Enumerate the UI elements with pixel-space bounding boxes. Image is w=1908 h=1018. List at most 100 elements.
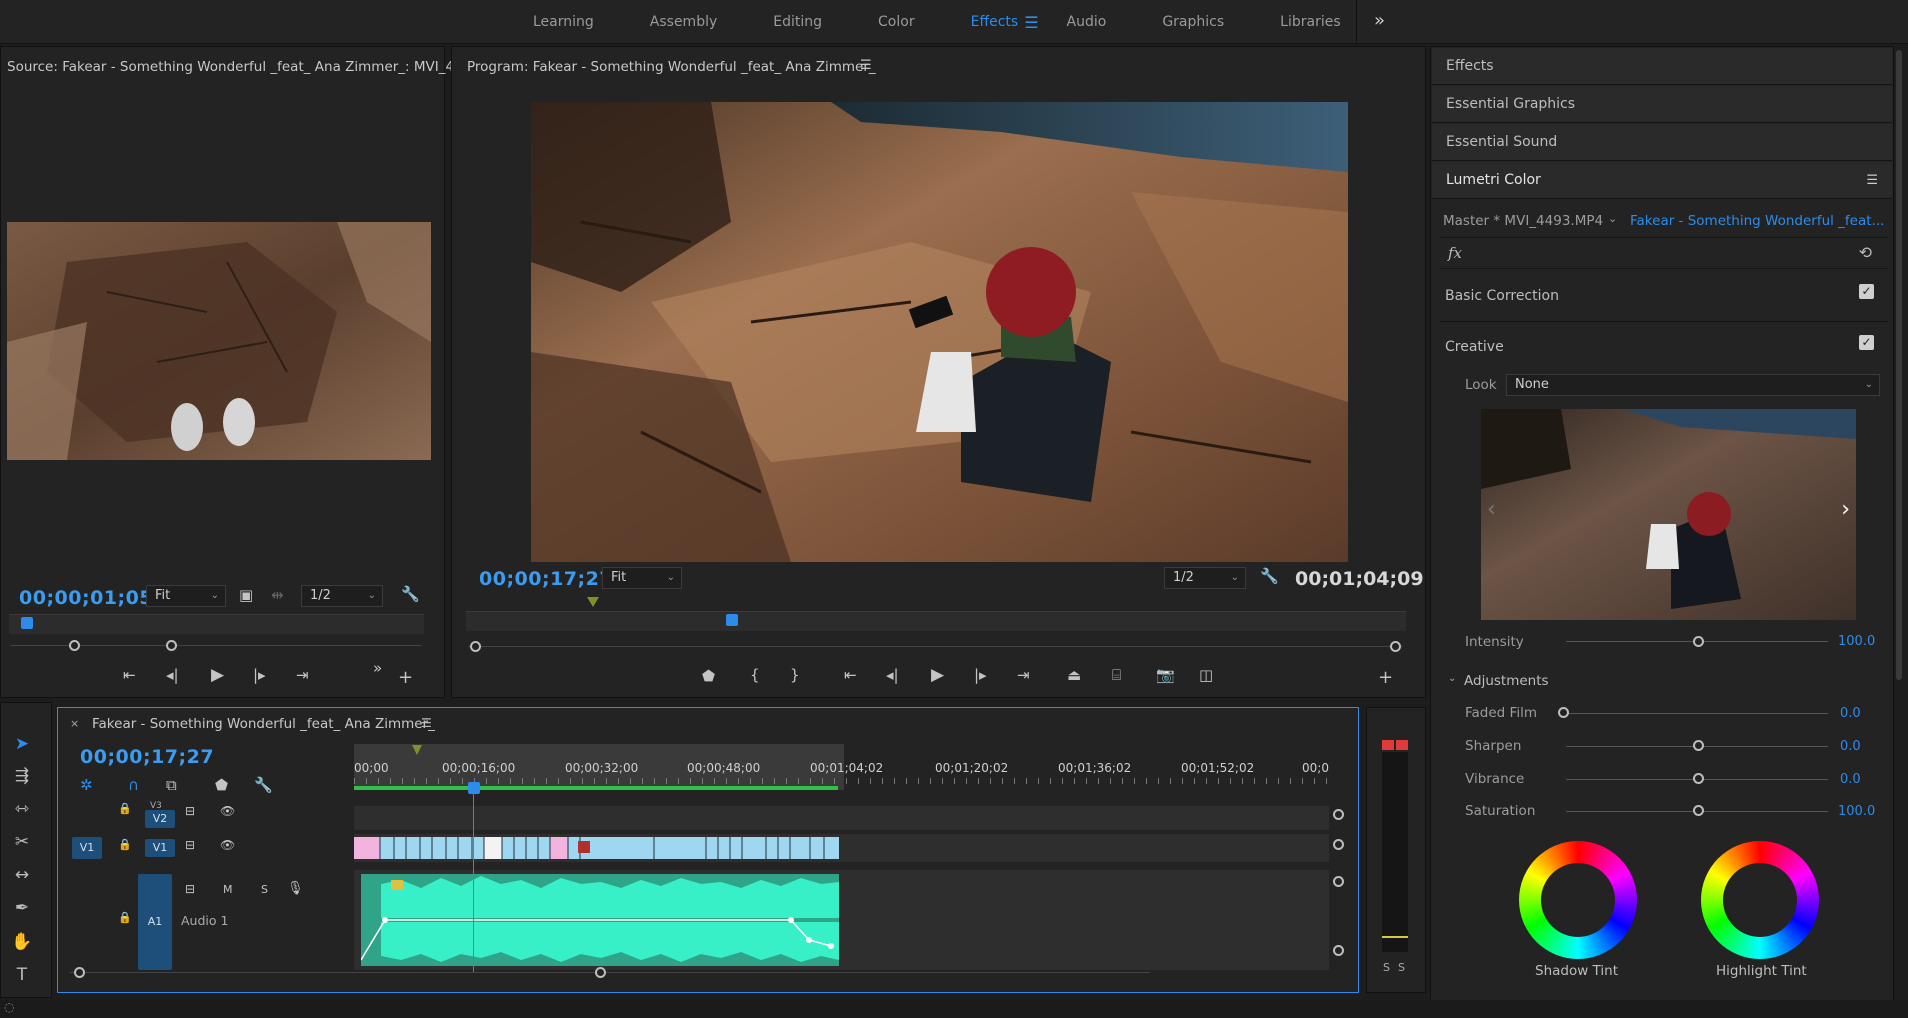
step-forward-icon[interactable]: |▸: [253, 666, 266, 684]
tab-libraries[interactable]: Libraries: [1252, 0, 1368, 44]
tab-color[interactable]: Color: [850, 0, 943, 44]
tab-editing[interactable]: Editing: [745, 0, 850, 44]
linked-selection-icon[interactable]: ⧉: [166, 776, 177, 794]
sync-lock-icon[interactable]: ⊟: [185, 804, 195, 818]
next-look-icon[interactable]: ›: [1841, 497, 1850, 522]
solo-right-button[interactable]: S: [1398, 961, 1405, 974]
track-select-tool-icon[interactable]: ⇶: [9, 763, 35, 789]
step-forward-icon[interactable]: |▸: [974, 666, 987, 684]
track-v1-source[interactable]: V1: [72, 837, 102, 859]
tab-learning[interactable]: Learning: [505, 0, 622, 44]
source-zoom-handle-right[interactable]: [166, 640, 177, 651]
lift-icon[interactable]: ⏏: [1067, 666, 1081, 684]
saturation-value[interactable]: 100.0: [1838, 804, 1875, 819]
track-a-scroll-handle[interactable]: [1333, 945, 1344, 956]
source-fit-dropdown[interactable]: Fit ⌄: [146, 585, 226, 607]
sync-lock-icon[interactable]: ⊟: [185, 882, 195, 896]
faded-film-slider[interactable]: [1566, 713, 1828, 714]
creative-label[interactable]: Creative: [1445, 339, 1504, 355]
sharpen-value[interactable]: 0.0: [1840, 739, 1861, 754]
mark-in-icon[interactable]: {: [750, 666, 760, 684]
solo-left-button[interactable]: S: [1383, 961, 1390, 974]
fx-icon[interactable]: fx: [1448, 244, 1462, 262]
step-back-icon[interactable]: ◂|: [166, 666, 179, 684]
program-timecode[interactable]: 00;00;17;27: [479, 568, 613, 590]
track-a-scroll-handle[interactable]: [1333, 876, 1344, 887]
timeline-timecode[interactable]: 00;00;17;27: [80, 746, 214, 768]
effects-section-essential-sound[interactable]: Essential Sound: [1432, 124, 1892, 161]
eye-icon[interactable]: 👁: [220, 838, 235, 852]
program-playhead[interactable]: [726, 614, 738, 626]
intensity-value[interactable]: 100.0: [1838, 634, 1875, 649]
look-dropdown[interactable]: None ⌄: [1506, 374, 1880, 396]
more-workspaces-icon[interactable]: »: [1374, 10, 1385, 31]
tab-graphics[interactable]: Graphics: [1134, 0, 1252, 44]
chevron-down-icon[interactable]: ⌄: [1448, 673, 1456, 684]
hand-tool-icon[interactable]: ✋: [9, 929, 35, 955]
timeline-settings-icon[interactable]: 🔧: [254, 776, 273, 794]
effects-section-essential-graphics[interactable]: Essential Graphics: [1432, 86, 1892, 123]
nest-icon[interactable]: ✲: [80, 776, 93, 794]
selection-tool-icon[interactable]: ➤: [9, 731, 35, 757]
intensity-knob[interactable]: [1693, 636, 1704, 647]
pen-tool-icon[interactable]: ✒: [9, 895, 35, 921]
track-v-scroll-handle[interactable]: [1333, 809, 1344, 820]
solo-button[interactable]: S: [261, 883, 268, 896]
timeline-zoom-handle-left[interactable]: [74, 967, 85, 978]
effects-panel-scrollbar[interactable]: [1896, 50, 1902, 680]
tab-assembly[interactable]: Assembly: [622, 0, 745, 44]
source-playhead[interactable]: [21, 617, 33, 629]
timeline-zoom-handle-right[interactable]: [595, 967, 606, 978]
lumetri-menu-icon[interactable]: ☰: [1866, 162, 1878, 199]
track-v-scroll-handle[interactable]: [1333, 839, 1344, 850]
chevron-down-icon[interactable]: ⌄: [1608, 212, 1617, 225]
timeline-horizontal-scrollbar[interactable]: [70, 972, 1150, 973]
reset-icon[interactable]: ⟲: [1859, 243, 1872, 262]
marker-icon[interactable]: [587, 597, 599, 607]
master-clip-label[interactable]: Master * MVI_4493.MP4: [1443, 213, 1603, 229]
sharpen-knob[interactable]: [1693, 740, 1704, 751]
program-zoom-bar[interactable]: [468, 646, 1403, 647]
comparison-view-icon[interactable]: ◫: [1199, 666, 1213, 684]
program-resolution-dropdown[interactable]: 1/2 ⌄: [1164, 567, 1246, 589]
add-button-icon[interactable]: +: [1378, 667, 1393, 688]
source-time-ruler[interactable]: [9, 614, 424, 634]
lock-icon[interactable]: 🔒: [118, 802, 132, 815]
effects-section-effects[interactable]: Effects: [1432, 48, 1892, 85]
export-frame-icon[interactable]: ▣: [239, 586, 253, 604]
effects-section-lumetri-color[interactable]: Lumetri Color ☰: [1432, 162, 1892, 199]
timeline-playhead-head[interactable]: [468, 782, 480, 794]
prev-look-icon[interactable]: ‹: [1487, 497, 1496, 522]
eye-icon[interactable]: 👁: [220, 804, 235, 818]
video-clip-group[interactable]: [354, 837, 839, 859]
mark-out-go-icon[interactable]: ⇥: [296, 666, 309, 684]
source-resolution-dropdown[interactable]: 1/2 ⌄: [301, 585, 383, 607]
vibrance-value[interactable]: 0.0: [1840, 772, 1861, 787]
track-a1-target[interactable]: A1: [138, 874, 172, 970]
play-icon[interactable]: ▶: [931, 665, 944, 685]
creative-checkbox[interactable]: ✓: [1859, 335, 1874, 350]
lock-icon[interactable]: 🔒: [118, 911, 132, 924]
play-icon[interactable]: ▶: [211, 665, 224, 685]
lock-icon[interactable]: 🔒: [118, 838, 132, 851]
source-zoom-handle-left[interactable]: [69, 640, 80, 651]
highlight-tint-wheel[interactable]: [1701, 841, 1819, 959]
slip-tool-icon[interactable]: ↔: [9, 862, 35, 888]
audio-clip[interactable]: [360, 874, 839, 966]
program-menu-icon[interactable]: ☰: [860, 58, 872, 73]
shadow-tint-wheel[interactable]: [1519, 841, 1637, 959]
timeline-ruler[interactable]: 00;00 00;00;16;00 00;00;32;00 00;00;48;0…: [354, 744, 1329, 790]
track-v2-target[interactable]: V2: [145, 810, 175, 828]
sync-lock-icon[interactable]: ⊟: [185, 838, 195, 852]
adjustments-label[interactable]: Adjustments: [1464, 673, 1549, 689]
wrench-icon[interactable]: 🔧: [1260, 567, 1279, 585]
close-tab-icon[interactable]: ×: [70, 717, 79, 730]
snap-icon[interactable]: ∩: [128, 776, 139, 794]
mute-button[interactable]: M: [223, 883, 233, 896]
wrench-icon[interactable]: 🔧: [401, 585, 420, 603]
tab-audio[interactable]: Audio: [1039, 0, 1135, 44]
program-zoom-handle-right[interactable]: [1390, 641, 1401, 652]
go-to-in-icon[interactable]: ⇤: [844, 666, 857, 684]
vibrance-knob[interactable]: [1693, 773, 1704, 784]
more-buttons-icon[interactable]: »: [373, 659, 382, 677]
